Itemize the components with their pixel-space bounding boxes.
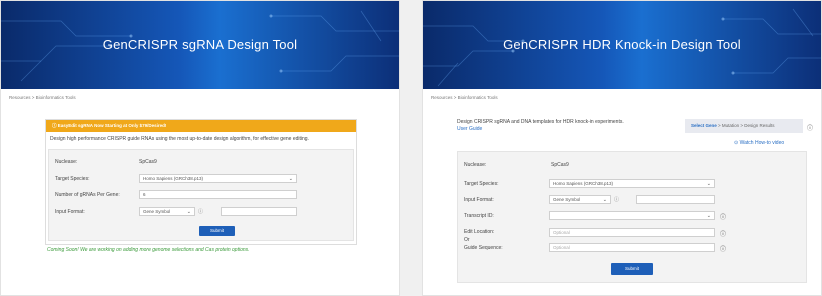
input-format-label: Input Format: <box>55 209 85 215</box>
breadcrumb[interactable]: Resources > Bioinformatics Tools <box>423 89 821 100</box>
chevron-down-icon: ⌄ <box>288 176 293 182</box>
intro-text: Design CRISPR sgRNA and DNA templates fo… <box>457 119 624 133</box>
intro-text: Design high performance CRISPR guide RNA… <box>50 136 309 142</box>
guide-sequence-label: Guide Sequence: <box>464 245 503 251</box>
nuclease-value: SpCas9 <box>139 159 157 165</box>
page-title: GenCRISPR sgRNA Design Tool <box>102 37 298 52</box>
input-format-label: Input Format: <box>464 197 494 203</box>
gene-input[interactable] <box>221 207 297 216</box>
num-grnas-label: Number of gRNAs Per Gene: <box>55 192 120 198</box>
step-indicator: Select Gene > Mutation > Design Results <box>685 119 803 133</box>
info-icon[interactable]: ⓘ <box>720 244 726 253</box>
sgrna-form: Nuclease: SpCas9 Target Species: Homo Sa… <box>48 149 354 241</box>
chevron-down-icon: ⌄ <box>186 209 191 215</box>
hdr-panel: GenCRISPR HDR Knock-in Design Tool Resou… <box>422 0 822 296</box>
hdr-form: Nuclease: SpCas9 Target Species: Homo Sa… <box>457 151 807 283</box>
species-label: Target Species: <box>55 176 90 182</box>
chevron-down-icon: ⌄ <box>602 197 607 203</box>
edit-location-label: Edit Location: <box>464 229 495 235</box>
input-format-value: Gene Symbol <box>553 197 581 202</box>
species-select-value: Homo Sapiens (GRCh38.p13) <box>143 176 204 181</box>
species-select-value: Homo Sapiens (GRCh38.p13) <box>553 181 614 186</box>
species-select[interactable]: Homo Sapiens (GRCh38.p13) ⌄ <box>549 179 715 188</box>
promo-banner[interactable]: ⓘ EasyEdit sgRNA Now Starting at Only $7… <box>46 120 356 132</box>
page-title: GenCRISPR HDR Knock-in Design Tool <box>503 37 741 52</box>
hdr-banner: GenCRISPR HDR Knock-in Design Tool <box>423 1 821 89</box>
or-label: Or <box>464 237 470 243</box>
submit-button[interactable]: Submit <box>199 226 235 236</box>
step-select-gene: Select Gene <box>691 123 717 128</box>
intro-description: Design CRISPR sgRNA and DNA templates fo… <box>457 119 624 125</box>
input-format-value: Gene Symbol <box>143 209 171 214</box>
transcript-label: Transcript ID: <box>464 213 494 219</box>
chevron-down-icon: ⌄ <box>706 213 711 219</box>
video-link-text: Watch How-to video <box>739 140 785 146</box>
breadcrumb[interactable]: Resources > Bioinformatics Tools <box>1 89 399 100</box>
promo-text: EasyEdit sgRNA Now Starting at Only $79/… <box>57 123 167 128</box>
input-format-select[interactable]: Gene Symbol ⌄ <box>549 195 611 204</box>
info-icon[interactable]: ⓘ <box>720 212 726 221</box>
sgrna-banner: GenCRISPR sgRNA Design Tool <box>1 1 399 89</box>
chevron-down-icon: ⌄ <box>706 181 711 187</box>
nuclease-value: SpCas9 <box>551 162 569 168</box>
species-select[interactable]: Homo Sapiens (GRCh38.p13) ⌄ <box>139 174 297 183</box>
info-icon[interactable]: ⓘ <box>807 123 813 132</box>
nuclease-label: Nuclease: <box>55 159 78 165</box>
gene-input[interactable] <box>636 195 715 204</box>
species-label: Target Species: <box>464 181 499 187</box>
nuclease-label: Nuclease: <box>464 162 487 168</box>
edit-location-input[interactable]: Optional <box>549 228 715 237</box>
info-icon[interactable]: ⓘ <box>614 196 619 203</box>
video-link[interactable]: ⊙ Watch How-to video <box>734 140 784 146</box>
user-guide-link[interactable]: User Guide <box>457 126 624 133</box>
guide-sequence-input[interactable]: Optional <box>549 243 715 252</box>
transcript-select[interactable]: ⌄ <box>549 211 715 220</box>
info-icon[interactable]: ⓘ <box>720 229 726 238</box>
info-icon[interactable]: ⓘ <box>198 208 203 215</box>
coming-soon-note: Coming Soon! We are working on adding mo… <box>47 247 250 253</box>
input-format-select[interactable]: Gene Symbol ⌄ <box>139 207 195 216</box>
sgrna-panel: GenCRISPR sgRNA Design Tool Resources > … <box>0 0 400 296</box>
submit-button[interactable]: Submit <box>611 263 653 275</box>
sgrna-form-card: ⓘ EasyEdit sgRNA Now Starting at Only $7… <box>45 119 357 245</box>
step-rest: > Mutation > Design Results <box>718 123 775 128</box>
num-grnas-input[interactable]: 6 <box>139 190 297 199</box>
